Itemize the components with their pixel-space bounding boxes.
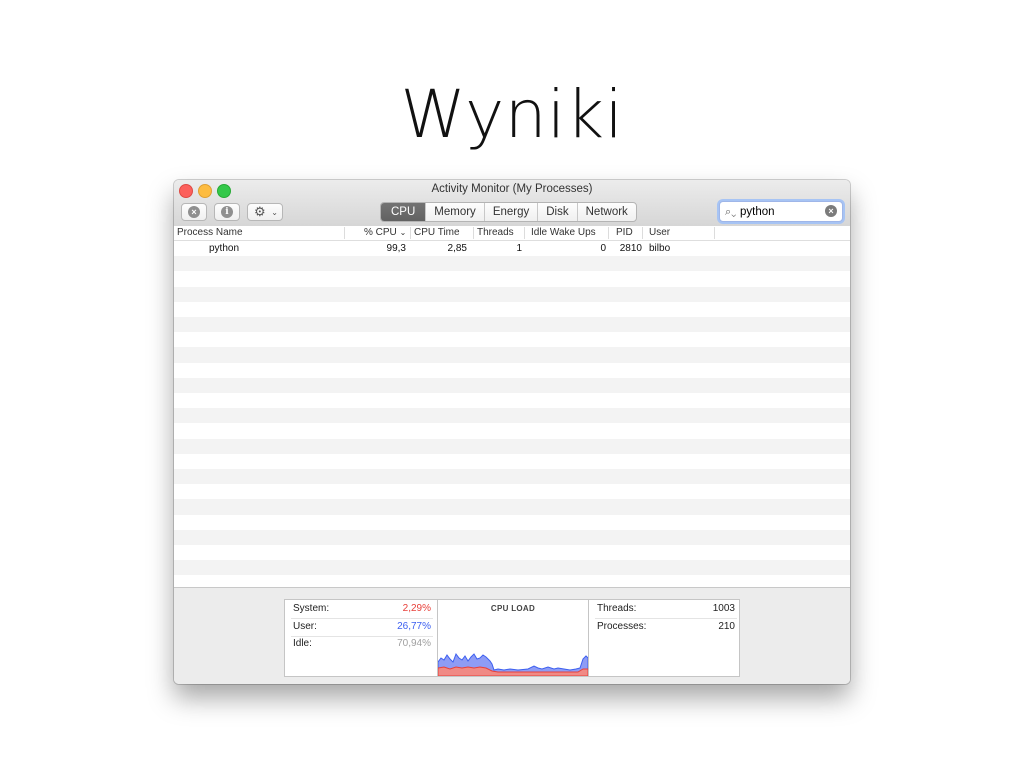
table-row (174, 499, 850, 515)
view-tabs: CPU Memory Energy Disk Network (380, 202, 637, 222)
table-row (174, 286, 850, 302)
processes-label: Processes: (597, 621, 647, 632)
table-row (174, 529, 850, 545)
search-icon: ⌕⌄ (725, 206, 737, 218)
table-row[interactable]: python 99,3 2,85 1 0 2810 bilbo (174, 241, 850, 256)
table-row (174, 271, 850, 286)
idle-stat: Idle: 70,94% (291, 636, 433, 653)
table-row (174, 469, 850, 485)
titlebar: Activity Monitor (My Processes) × i ⚙ ⌄ … (174, 180, 850, 227)
slide-title: Wyniki (400, 76, 624, 153)
table-header: Process Name % CPU ⌄ CPU Time Threads Id… (174, 226, 850, 241)
table-row (174, 438, 850, 454)
tab-disk[interactable]: Disk (537, 203, 576, 221)
column-idle-wake-ups[interactable]: Idle Wake Ups (531, 226, 596, 240)
sort-descending-icon: ⌄ (399, 228, 407, 237)
process-table: Process Name % CPU ⌄ CPU Time Threads Id… (174, 226, 850, 587)
threads-stat: Threads: 1003 (595, 601, 737, 619)
table-cell: 2810 (619, 243, 642, 254)
search-field[interactable]: ⌕⌄ × (719, 201, 843, 222)
table-row (174, 363, 850, 378)
cpu-load-title: CPU LOAD (490, 604, 536, 613)
threads-value: 1003 (712, 603, 735, 614)
clear-search-icon[interactable]: × (825, 205, 837, 217)
column-process-name[interactable]: Process Name (177, 226, 243, 240)
quit-process-button[interactable]: × (181, 203, 207, 221)
cpu-usage-stats: System: 2,29% User: 26,77% Idle: 70,94% (285, 600, 437, 676)
table-rows: python 99,3 2,85 1 0 2810 bilbo (174, 241, 850, 587)
x-circle-icon: × (188, 206, 200, 218)
column-user[interactable]: User (649, 226, 670, 240)
gear-icon: ⚙ (254, 204, 266, 219)
process-stats: Threads: 1003 Processes: 210 (589, 600, 739, 676)
action-menu-button[interactable]: ⚙ ⌄ (247, 203, 283, 221)
cpu-summary-panel: System: 2,29% User: 26,77% Idle: 70,94% … (284, 599, 740, 677)
tab-energy[interactable]: Energy (483, 203, 537, 221)
table-row (174, 393, 850, 408)
tab-network[interactable]: Network (576, 203, 636, 221)
chevron-down-icon: ⌄ (271, 208, 278, 217)
system-value: 2,29% (402, 603, 431, 614)
threads-label: Threads: (597, 603, 637, 614)
table-cell: bilbo (649, 243, 671, 254)
processes-value: 210 (718, 621, 735, 632)
table-row (174, 484, 850, 499)
search-input[interactable] (740, 203, 820, 220)
table-row (174, 317, 850, 333)
table-row (174, 332, 850, 347)
table-row (174, 347, 850, 363)
inspect-process-button[interactable]: i (214, 203, 240, 221)
table-row (174, 454, 850, 469)
system-load-area (438, 666, 588, 676)
info-icon: i (221, 206, 233, 218)
table-row (174, 545, 850, 560)
cpu-summary-area: System: 2,29% User: 26,77% Idle: 70,94% … (174, 587, 850, 684)
tab-memory[interactable]: Memory (425, 203, 484, 221)
idle-label: Idle: (293, 638, 312, 649)
table-cell: 2,85 (447, 243, 467, 254)
table-cell: python (209, 243, 240, 254)
column-threads[interactable]: Threads (477, 226, 514, 240)
table-row (174, 423, 850, 438)
tab-cpu[interactable]: CPU (381, 203, 426, 221)
column-cpu-time[interactable]: CPU Time (414, 226, 460, 240)
table-cell: 99,3 (386, 243, 406, 254)
cpu-load-chart (438, 652, 588, 676)
table-row (174, 560, 850, 576)
column-pid[interactable]: PID (616, 226, 633, 240)
user-stat: User: 26,77% (291, 619, 433, 637)
activity-monitor-window: Activity Monitor (My Processes) × i ⚙ ⌄ … (174, 180, 850, 684)
processes-stat: Processes: 210 (595, 619, 737, 636)
idle-value: 70,94% (397, 638, 431, 649)
table-row (174, 377, 850, 393)
table-cell: 0 (600, 243, 606, 254)
system-label: System: (293, 603, 330, 614)
table-row (174, 302, 850, 317)
cpu-load-graph: CPU LOAD (437, 600, 589, 676)
system-stat: System: 2,29% (291, 601, 433, 619)
user-label: User: (293, 621, 317, 632)
table-row (174, 515, 850, 530)
table-cell: 1 (516, 243, 522, 254)
user-value: 26,77% (397, 621, 431, 632)
table-row (174, 256, 850, 272)
table-row (174, 408, 850, 424)
column-cpu-percent[interactable]: % CPU ⌄ (364, 226, 406, 240)
window-title: Activity Monitor (My Processes) (431, 183, 593, 195)
